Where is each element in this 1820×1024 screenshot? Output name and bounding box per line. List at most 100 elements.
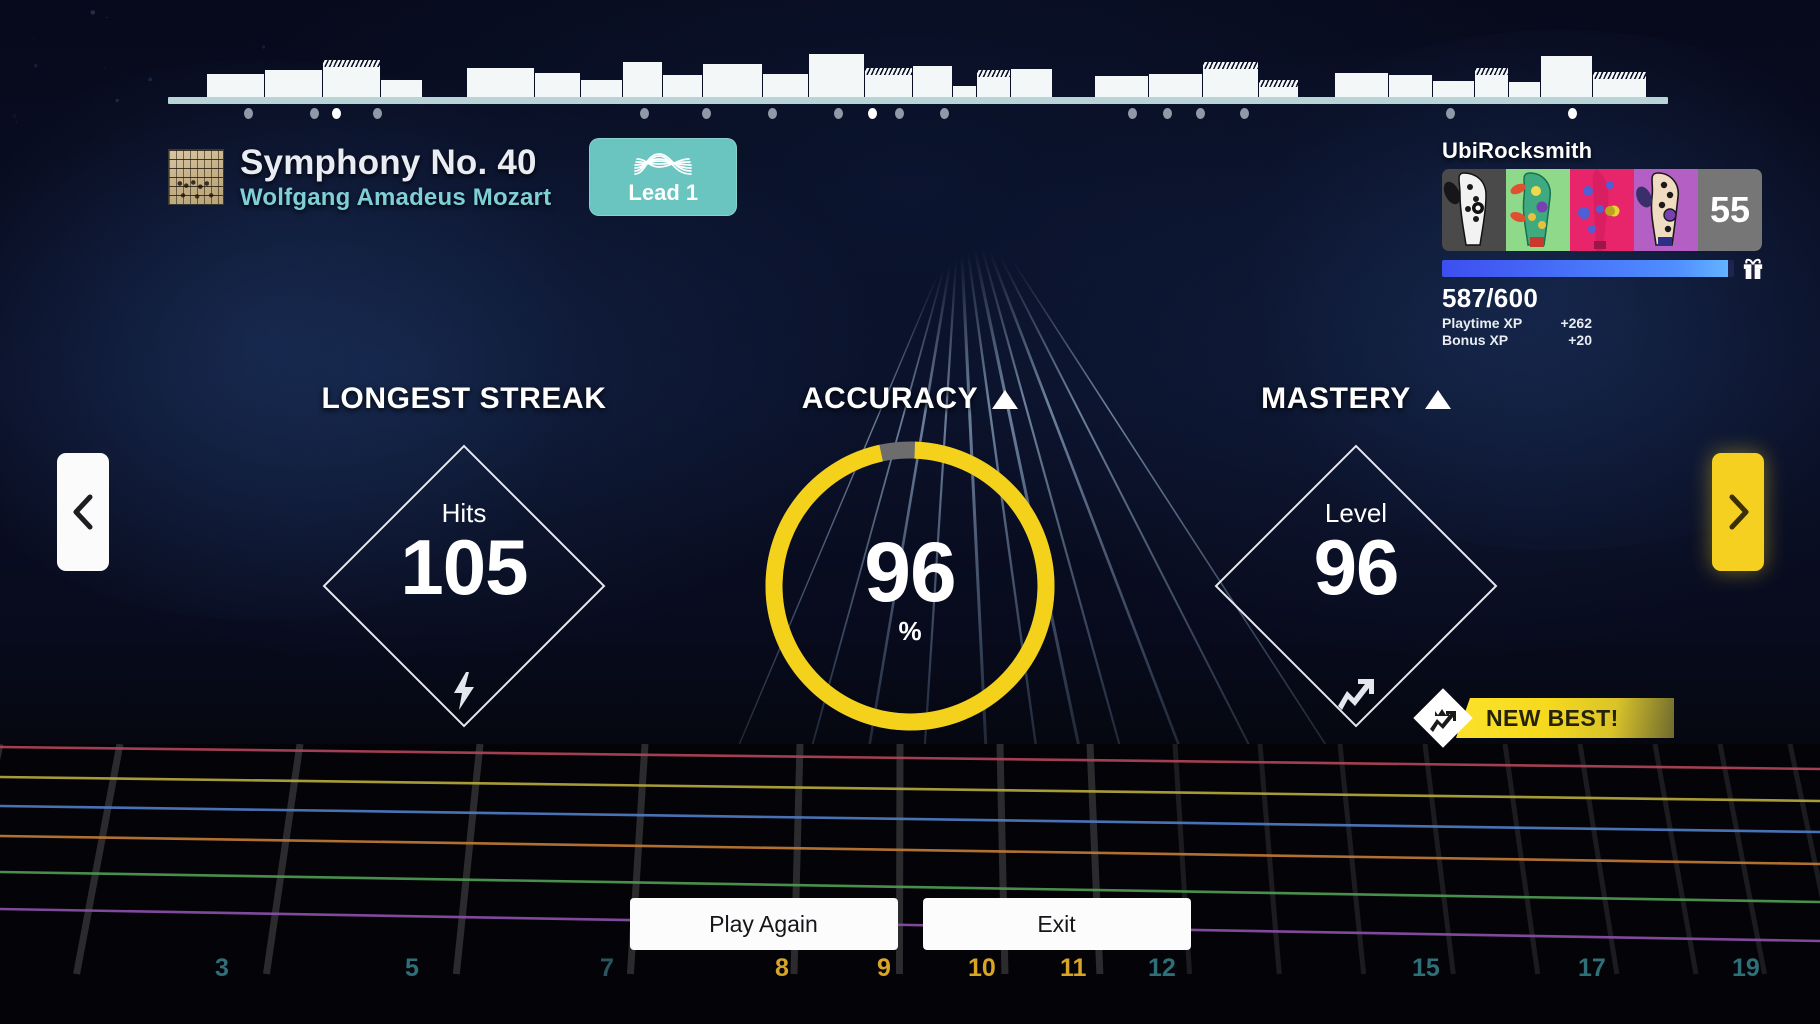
new-best-badge: [1413, 688, 1473, 748]
timeline-segment: [1592, 72, 1646, 100]
fret-number: 17: [1578, 954, 1606, 982]
timeline-segment: [1334, 73, 1388, 100]
player-name: UbiRocksmith: [1442, 138, 1593, 163]
xp-reward-label: Playtime XP: [1442, 315, 1523, 331]
avatar-tile: [1634, 169, 1698, 251]
timeline-segment: [976, 70, 1010, 100]
stat-header: MASTERY: [1196, 382, 1516, 416]
new-best-bar: NEW BEST!: [1456, 698, 1674, 738]
timeline-marker: [1446, 108, 1455, 119]
play-again-button[interactable]: Play Again: [629, 898, 898, 950]
stat-header-label: LONGEST STREAK: [321, 382, 607, 415]
song-text-block: Symphony No. 40 Wolfgang Amadeus Mozart: [240, 143, 551, 212]
fret-number: 15: [1412, 954, 1440, 982]
stat-header: ACCURACY: [750, 382, 1070, 416]
xp-bar-row: [1442, 256, 1782, 280]
stat-header-label: MASTERY: [1261, 382, 1411, 415]
timeline-current-marker: [1568, 108, 1577, 119]
results-screen: Symphony No. 40 Wolfgang Amadeus Mozart …: [0, 0, 1820, 1024]
xp-progress-bar: [1442, 259, 1734, 277]
timeline-marker: [702, 108, 711, 119]
player-level-box: 55: [1698, 169, 1762, 251]
improvement-up-triangle-icon: [992, 389, 1019, 409]
crown-trending-icon: [1430, 709, 1456, 732]
player-avatar-strip[interactable]: 55: [1442, 169, 1762, 251]
mastery-value: 96: [1313, 523, 1400, 611]
next-stat-button[interactable]: [1712, 453, 1764, 571]
timeline-segment: [322, 60, 380, 100]
timeline-segment: [1010, 69, 1052, 100]
fret-number: 9: [877, 954, 891, 982]
accuracy-unit: %: [898, 616, 922, 646]
accuracy-value: 96: [864, 525, 956, 619]
stat-longest-streak: LONGEST STREAK Hits 105: [304, 382, 624, 746]
timeline-segment: [864, 68, 912, 100]
xp-reward-row: Bonus XP +20: [1442, 332, 1782, 348]
arrangement-badge[interactable]: Lead 1: [589, 138, 738, 216]
improvement-up-triangle-icon: [1424, 389, 1451, 409]
fret-number: 11: [1060, 954, 1087, 982]
fret-number: 10: [968, 954, 996, 982]
fret-number-row: 3 5 7 8 9 10 11 12 15 17 19: [0, 954, 1820, 1014]
timeline-segment: [1540, 56, 1592, 100]
xp-reward-label: Bonus XP: [1442, 332, 1509, 348]
streak-value: 105: [400, 523, 528, 611]
stats-row: LONGEST STREAK Hits 105 ACCURACY 96 % MA…: [0, 382, 1820, 742]
fret-number: 19: [1732, 954, 1760, 982]
fret-number: 12: [1148, 954, 1176, 982]
timeline-segment: [1474, 68, 1508, 100]
timeline-marker: [640, 108, 649, 119]
xp-reward-row: Playtime XP +262: [1442, 315, 1782, 331]
timeline-marker: [1163, 108, 1172, 119]
action-buttons: Play Again Exit: [0, 898, 1820, 950]
trending-up-icon: [1338, 679, 1374, 710]
timeline-current-marker: [868, 108, 877, 119]
avatar-tile: [1442, 169, 1506, 251]
previous-stat-button[interactable]: [57, 453, 109, 571]
timeline-segment: [808, 54, 864, 100]
xp-reward-value: +20: [1568, 332, 1592, 348]
song-info: Symphony No. 40 Wolfgang Amadeus Mozart …: [168, 138, 738, 216]
timeline-segment: [912, 66, 952, 100]
player-level: 55: [1709, 189, 1751, 230]
song-title: Symphony No. 40: [240, 142, 537, 182]
avatar-tile: [1570, 169, 1634, 251]
timeline-segment: [1202, 62, 1258, 100]
timeline-marker: [1196, 108, 1205, 119]
timeline-baseline: [168, 97, 1668, 104]
exit-button[interactable]: Exit: [922, 898, 1191, 950]
arrangement-label: Lead 1: [628, 180, 699, 205]
gift-reward-icon[interactable]: [1742, 256, 1764, 280]
stat-mastery: MASTERY Level 96: [1196, 382, 1516, 746]
timeline-segment: [702, 64, 762, 100]
timeline-markers: [168, 106, 1668, 122]
xp-progress-fill: [1442, 259, 1728, 277]
streak-diamond: Hits 105: [304, 426, 624, 746]
timeline-marker: [1240, 108, 1249, 119]
timeline-segments: [168, 34, 1668, 100]
player-profile-panel: UbiRocksmith 55 587/600 Playtime XP +262…: [1442, 138, 1782, 348]
xp-reward-value: +262: [1560, 315, 1592, 331]
song-structure-timeline[interactable]: [168, 30, 1668, 122]
timeline-marker: [373, 108, 382, 119]
stat-accuracy: ACCURACY 96 %: [750, 382, 1070, 746]
timeline-current-marker: [332, 108, 341, 119]
timeline-segment: [264, 70, 322, 100]
new-best-banner: NEW BEST!: [1413, 688, 1674, 748]
fret-number: 8: [775, 954, 789, 982]
timeline-segment: [466, 68, 534, 100]
fret-number: 5: [405, 954, 419, 982]
timeline-marker: [940, 108, 949, 119]
timeline-marker: [834, 108, 843, 119]
timeline-marker: [310, 108, 319, 119]
song-artist: Wolfgang Amadeus Mozart: [240, 183, 552, 211]
stat-header: LONGEST STREAK: [304, 382, 624, 416]
stat-header-label: ACCURACY: [801, 382, 979, 415]
timeline-marker: [1128, 108, 1137, 119]
new-best-label: NEW BEST!: [1486, 704, 1619, 731]
timeline-marker: [768, 108, 777, 119]
timeline-segment: [622, 62, 662, 100]
xp-text: 587/600: [1442, 283, 1539, 313]
avatar-tile: [1506, 169, 1570, 251]
timeline-marker: [895, 108, 904, 119]
